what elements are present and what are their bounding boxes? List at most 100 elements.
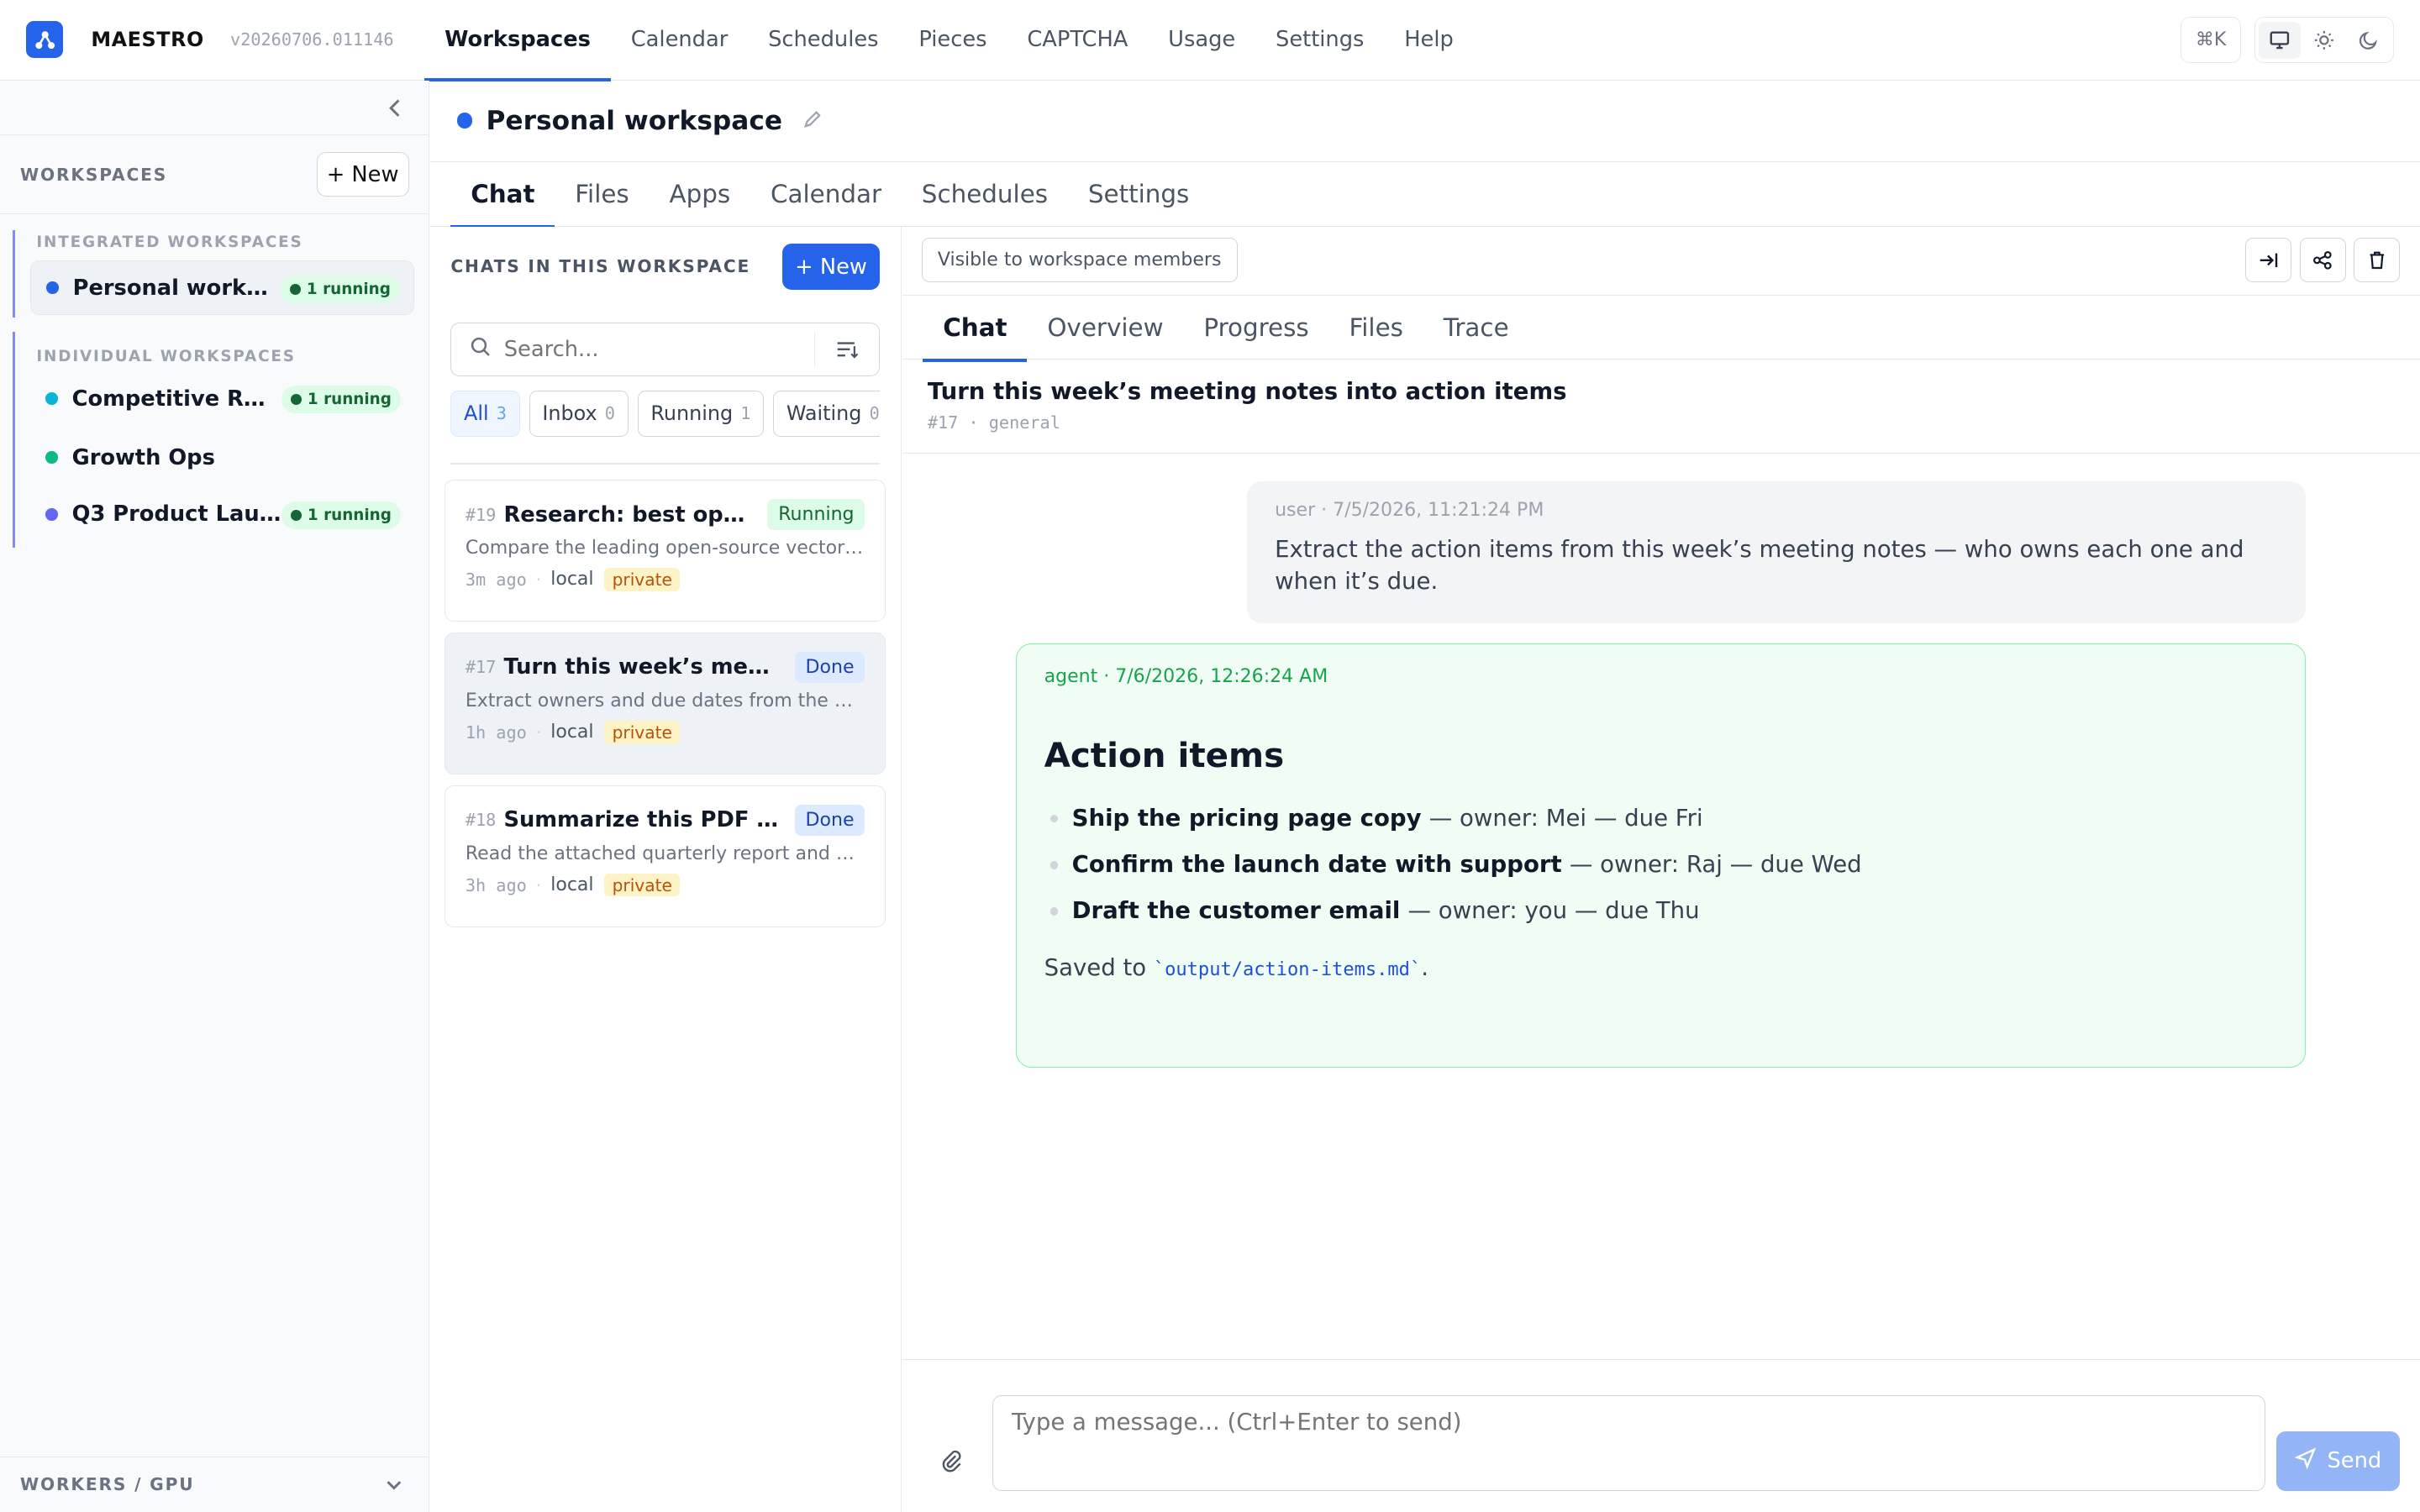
chat-time: 1h ago (465, 722, 527, 743)
filter-inbox[interactable]: Inbox 0 (529, 390, 629, 437)
theme-switcher (2254, 17, 2394, 64)
subtab-overview[interactable]: Overview (1027, 296, 1183, 360)
message-author: user · 7/5/2026, 11:21:24 PM (1275, 500, 1544, 522)
chat-filters: All 3 Inbox 0 Running 1 Waiting 0 (450, 390, 880, 438)
group-title: INDIVIDUAL WORKSPACES (36, 347, 296, 365)
workspace-item-q3-product-launch[interactable]: Q3 Product Launch 1 running (30, 487, 414, 541)
send-icon (2294, 1447, 2317, 1475)
tab-apps[interactable]: Apps (650, 162, 750, 227)
saved-prefix: Saved to (1044, 953, 1154, 981)
chat-search (450, 322, 880, 377)
workspace-color-dot (45, 451, 59, 464)
filter-label: Inbox (542, 402, 597, 426)
trash-icon[interactable] (2353, 237, 2401, 283)
monitor-icon[interactable] (2259, 21, 2301, 59)
filter-label: Waiting (786, 402, 862, 426)
workspace-item-personal[interactable]: Personal workspace 1 running (30, 260, 415, 315)
running-badge-label: 1 running (306, 280, 391, 298)
search-input[interactable] (503, 337, 797, 362)
nav-captcha[interactable]: CAPTCHA (1007, 0, 1148, 80)
app-logo-icon[interactable] (26, 21, 64, 59)
saved-suffix: . (1421, 953, 1428, 981)
collapse-sidebar-icon[interactable] (383, 96, 408, 120)
item-detail: — owner: Raj — due Wed (1569, 851, 1862, 879)
tab-calendar[interactable]: Calendar (750, 162, 902, 227)
chat-time: 3h ago (465, 874, 527, 895)
running-badge-label: 1 running (307, 506, 392, 524)
filter-running[interactable]: Running 1 (637, 390, 765, 437)
new-chat-button[interactable]: + New (782, 244, 880, 291)
filter-label: All (464, 402, 489, 426)
list-item: Ship the pricing page copy — owner: Mei —… (1044, 795, 2277, 841)
nav-usage[interactable]: Usage (1148, 0, 1255, 80)
status-badge: Done (794, 804, 865, 836)
nav-settings[interactable]: Settings (1255, 0, 1384, 80)
nav-workspaces[interactable]: Workspaces (424, 0, 611, 81)
chat-location: local (550, 874, 594, 896)
chat-number: #19 (465, 504, 497, 525)
sidebar-header: WORKSPACES + New (0, 134, 428, 215)
nav-schedules[interactable]: Schedules (748, 0, 898, 80)
chat-meta: #17 · general (927, 412, 1060, 433)
chat-card[interactable]: #19 Research: best open-source vector dat… (444, 480, 886, 622)
subtab-chat[interactable]: Chat (923, 296, 1027, 362)
chat-card[interactable]: #18 Summarize this PDF report Done Read t… (444, 785, 886, 927)
share-icon[interactable] (2299, 237, 2346, 283)
nav-calendar[interactable]: Calendar (611, 0, 748, 80)
app-brand: MAESTRO (91, 28, 204, 52)
tab-schedules[interactable]: Schedules (902, 162, 1068, 227)
workspace-color-dot (456, 113, 473, 129)
filter-waiting[interactable]: Waiting 0 (773, 390, 880, 437)
chat-description: Compare the leading open-source vector D… (465, 538, 864, 559)
chat-pane: Visible to workspace members Chat Overvi… (902, 227, 2420, 1512)
nav-help[interactable]: Help (1384, 0, 1473, 80)
sun-icon[interactable] (2303, 22, 2345, 59)
new-workspace-button[interactable]: + New (316, 151, 409, 197)
saved-note: Saved to `output/action-items.md`. (1044, 954, 2277, 981)
workspace-name: Growth Ops (71, 444, 215, 470)
list-item: Draft the customer email — owner: you — d… (1044, 888, 2277, 934)
chat-title: Turn this week’s meeting notes into acti… (503, 654, 781, 680)
chat-title: Research: best open-source vector databa… (503, 501, 754, 528)
filter-label: Running (650, 402, 734, 426)
privacy-badge: private (604, 873, 681, 897)
privacy-badge: private (604, 720, 681, 744)
tab-chat[interactable]: Chat (450, 162, 555, 228)
command-palette-button[interactable]: ⌘K (2181, 17, 2241, 64)
chat-description: Read the attached quarterly report and g… (465, 843, 864, 864)
agent-message: agent · 7/6/2026, 12:26:24 AM Action ite… (1015, 643, 2307, 1068)
tab-files[interactable]: Files (555, 162, 649, 227)
workers-label: WORKERS / GPU (19, 1474, 195, 1495)
filter-all[interactable]: All 3 (450, 390, 520, 437)
message-input[interactable] (992, 1395, 2266, 1492)
subtab-progress[interactable]: Progress (1184, 296, 1329, 360)
workspace-tabs: Chat Files Apps Calendar Schedules Setti… (430, 162, 2420, 228)
message-heading: Action items (1044, 734, 1285, 775)
workers-gpu-toggle[interactable]: WORKERS / GPU (0, 1456, 428, 1512)
item-title: Ship the pricing page copy (1071, 804, 1422, 832)
chat-header: Turn this week’s meeting notes into acti… (902, 360, 2420, 454)
edit-pencil-icon[interactable] (802, 107, 823, 135)
moon-icon[interactable] (2348, 22, 2390, 59)
subtab-trace[interactable]: Trace (1423, 296, 1529, 360)
running-badge: 1 running (281, 386, 401, 414)
tab-settings[interactable]: Settings (1068, 162, 1209, 227)
running-badge-label: 1 running (307, 391, 392, 409)
workspace-item-competitive-research[interactable]: Competitive Research 1 running (30, 372, 414, 426)
collapse-panel-icon[interactable] (2245, 237, 2292, 283)
chat-number: #17 (465, 657, 497, 678)
paperclip-icon[interactable] (939, 1448, 963, 1478)
workspace-item-growth-ops[interactable]: Growth Ops (30, 430, 414, 484)
chat-list-title: CHATS IN THIS WORKSPACE (450, 255, 751, 276)
chat-time: 3m ago (465, 569, 527, 590)
saved-path: `output/action-items.md` (1153, 958, 1422, 980)
nav-pieces[interactable]: Pieces (898, 0, 1007, 80)
divider (450, 462, 880, 465)
sidebar-title: WORKSPACES (19, 164, 168, 185)
chat-card-selected[interactable]: #17 Turn this week’s meeting notes into a… (444, 633, 886, 774)
sort-icon[interactable] (813, 332, 879, 367)
chat-title: Summarize this PDF report (503, 807, 782, 833)
send-button[interactable]: Send (2276, 1431, 2401, 1492)
subtab-files[interactable]: Files (1329, 296, 1423, 360)
visibility-badge[interactable]: Visible to workspace members (921, 237, 1238, 283)
